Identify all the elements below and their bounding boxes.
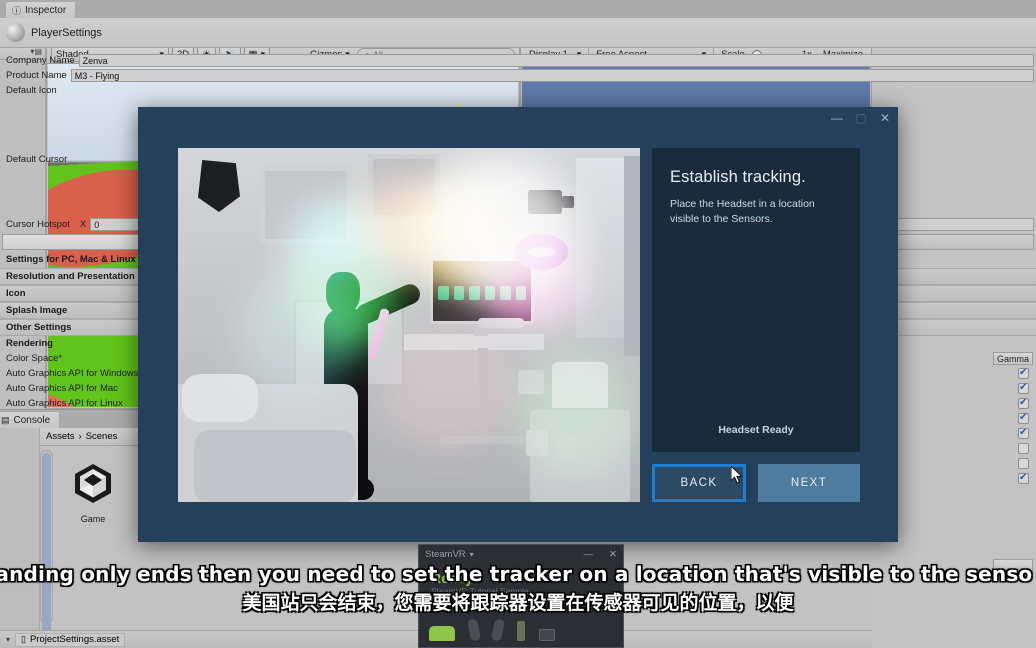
breadcrumb-assets[interactable]: Assets bbox=[46, 431, 75, 442]
vr-room-illustration bbox=[178, 148, 640, 502]
tab-console[interactable]: ▤ Console bbox=[0, 411, 60, 428]
minimize-icon[interactable]: — bbox=[830, 111, 844, 125]
checkbox[interactable] bbox=[1018, 413, 1029, 424]
vr-heading: Establish tracking. bbox=[670, 168, 842, 187]
scrollbar-thumb[interactable] bbox=[42, 453, 51, 633]
breadcrumb-scenes[interactable]: Scenes bbox=[86, 431, 118, 442]
field-product-name[interactable]: Product Name M3 - Flying bbox=[0, 68, 1036, 83]
cursor-hotspot-label: Cursor Hotspot bbox=[6, 219, 70, 230]
console-icon: ▤ bbox=[1, 415, 10, 426]
glow-pink bbox=[478, 230, 588, 330]
value-field[interactable] bbox=[993, 559, 1033, 572]
glow-red bbox=[384, 328, 514, 448]
steamvr-title: SteamVR bbox=[425, 549, 466, 560]
checkbox[interactable] bbox=[1018, 428, 1029, 439]
vr-instruction-panel: Establish tracking. Place the Headset in… bbox=[652, 148, 860, 452]
back-button-label: BACK bbox=[681, 477, 718, 489]
chevron-down-icon[interactable]: ▾ bbox=[470, 550, 474, 559]
default-cursor-label: Default Cursor bbox=[6, 154, 67, 165]
bed-blanket bbox=[194, 430, 356, 502]
project-tree-column[interactable] bbox=[0, 428, 40, 648]
breadcrumb-separator-icon: › bbox=[79, 431, 82, 442]
inspector-header: PlayerSettings bbox=[0, 18, 1036, 48]
next-button-label: NEXT bbox=[791, 477, 827, 489]
headset-icon[interactable] bbox=[429, 626, 455, 641]
field-value[interactable]: Zenva bbox=[79, 54, 1034, 67]
asset-file-icon: ▯ bbox=[21, 634, 26, 645]
vr-dialog-titlebar: — ▢ ✕ bbox=[830, 111, 892, 125]
next-button[interactable]: NEXT bbox=[758, 464, 860, 502]
player-settings-icon bbox=[6, 23, 25, 42]
project-scrollbar[interactable] bbox=[40, 450, 53, 624]
inspector-icon: ⓘ bbox=[12, 4, 21, 17]
screen: ▪ Pivot ◉ Global ▶ ❙❙ ▶❙ ⟳ Collab ▾ bbox=[0, 0, 1036, 648]
minimize-icon[interactable]: — bbox=[584, 549, 594, 560]
selected-asset-label: ProjectSettings.asset bbox=[30, 634, 119, 645]
vr-body-text: Place the Headset in a location visible … bbox=[670, 197, 842, 227]
mouse-pointer-icon bbox=[731, 466, 744, 484]
color-space-dropdown[interactable]: Gamma bbox=[993, 352, 1033, 365]
room-scene bbox=[178, 148, 640, 502]
tab-inspector[interactable]: ⓘ Inspector bbox=[5, 1, 76, 18]
field-value[interactable]: M3 - Flying bbox=[71, 69, 1034, 82]
glow-teal bbox=[238, 268, 358, 398]
steamvr-subtitle: SteamVR Tutorial Sample bbox=[419, 586, 623, 596]
close-icon[interactable]: ✕ bbox=[878, 111, 892, 125]
default-icon-label: Default Icon bbox=[6, 85, 57, 96]
display-icon[interactable] bbox=[539, 629, 555, 641]
steamvr-status: Ready bbox=[419, 564, 623, 586]
glow-blue bbox=[294, 204, 368, 274]
asset-label: Game bbox=[62, 514, 124, 524]
checkbox[interactable] bbox=[1018, 398, 1029, 409]
controller-left-icon[interactable] bbox=[467, 618, 481, 642]
default-icon-row[interactable]: Default Icon bbox=[0, 83, 1036, 98]
maximize-icon[interactable]: ▢ bbox=[854, 111, 868, 125]
steamvr-status-window[interactable]: SteamVR ▾ — ✕ Ready SteamVR Tutorial Sam… bbox=[418, 544, 624, 648]
field-company-name[interactable]: Company Name Zenva bbox=[0, 53, 1036, 68]
steamvr-setup-dialog: — ▢ ✕ bbox=[138, 107, 898, 542]
cursor-hotspot-x-label: X bbox=[80, 219, 86, 230]
glow-orange bbox=[358, 182, 444, 266]
controller-right-icon[interactable] bbox=[491, 618, 505, 642]
unity-cube-icon bbox=[70, 460, 116, 506]
checkbox[interactable] bbox=[1018, 368, 1029, 379]
room-curtain bbox=[624, 156, 640, 356]
checkbox[interactable] bbox=[1018, 473, 1029, 484]
asset-item-game[interactable]: Game bbox=[62, 460, 124, 524]
collapse-icon[interactable]: ▾ bbox=[6, 635, 10, 644]
base-station-icon[interactable] bbox=[517, 621, 525, 641]
selected-asset-chip[interactable]: ▯ ProjectSettings.asset bbox=[15, 633, 125, 647]
inspector-tabstrip: ⓘ Inspector bbox=[0, 0, 1036, 18]
bed-pillow bbox=[182, 374, 258, 422]
tab-inspector-label: Inspector bbox=[25, 5, 66, 16]
vr-status-text: Headset Ready bbox=[652, 424, 860, 436]
checkbox[interactable] bbox=[1018, 383, 1029, 394]
steamvr-titlebar: SteamVR ▾ — ✕ bbox=[419, 545, 623, 564]
steamvr-device-row bbox=[429, 611, 613, 641]
checkbox[interactable] bbox=[1018, 458, 1029, 469]
inspector-object-title: PlayerSettings bbox=[31, 27, 102, 39]
field-label: Company Name bbox=[6, 55, 75, 66]
close-icon[interactable]: ✕ bbox=[609, 549, 617, 560]
field-label: Product Name bbox=[6, 70, 67, 81]
glow-green-2 bbox=[516, 348, 636, 478]
checkbox[interactable] bbox=[1018, 443, 1029, 454]
tab-console-label: Console bbox=[14, 415, 51, 426]
